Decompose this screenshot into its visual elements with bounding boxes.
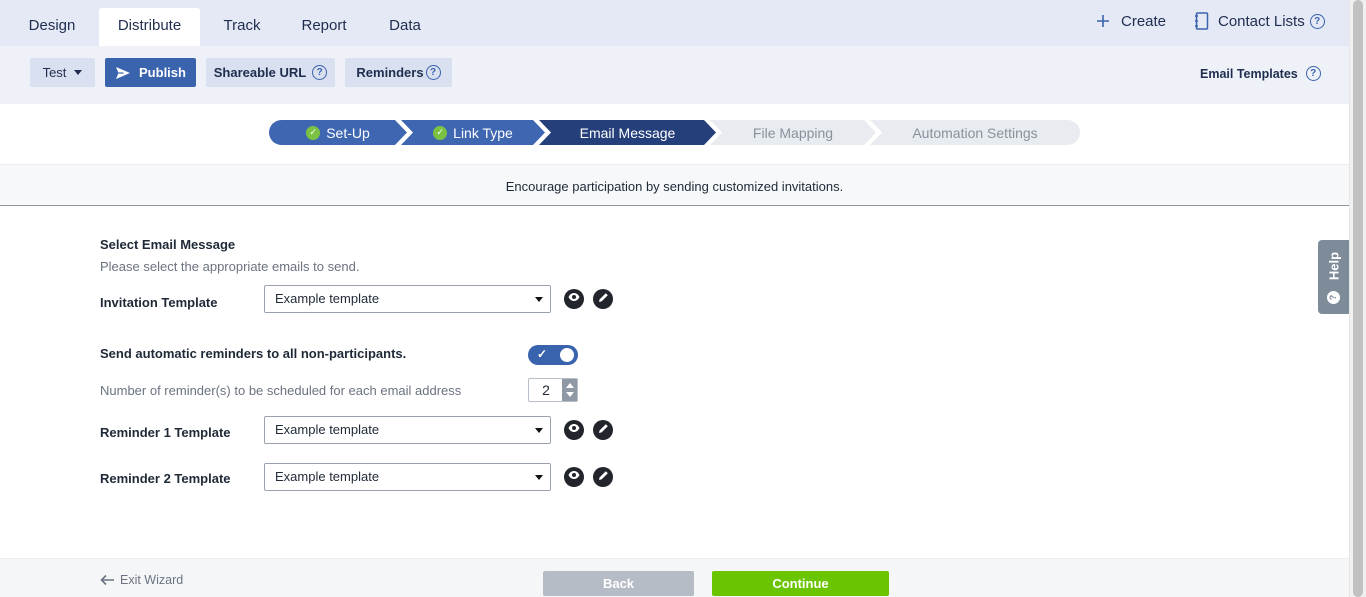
select-value: Example template — [275, 291, 380, 306]
arrow-left-icon — [100, 574, 115, 586]
check-icon: ✓ — [537, 347, 548, 361]
preview-reminder2-button[interactable] — [564, 467, 584, 487]
email-templates-link[interactable]: Email Templates ? — [1200, 66, 1321, 81]
caret-down-icon — [74, 70, 83, 75]
reminders-button[interactable]: Reminders ? — [345, 58, 452, 87]
decrement-icon[interactable] — [565, 392, 574, 397]
pencil-icon — [598, 421, 609, 439]
invitation-template-label: Invitation Template — [100, 295, 218, 310]
invitation-template-select[interactable]: Example template — [264, 285, 551, 313]
distribute-page: Design Distribute Track Report Data Crea… — [0, 0, 1366, 597]
help-circle-icon[interactable]: ? — [1309, 13, 1325, 29]
reminder2-template-label: Reminder 2 Template — [100, 471, 231, 486]
vertical-scrollbar[interactable] — [1349, 0, 1366, 597]
help-side-tab[interactable]: Help ? — [1318, 240, 1349, 314]
pencil-icon — [598, 468, 609, 486]
step-file-mapping[interactable]: File Mapping — [710, 120, 876, 145]
help-circle-icon[interactable]: ? — [1305, 66, 1321, 81]
caret-down-icon — [535, 428, 543, 433]
reminder1-template-select[interactable]: Example template — [264, 416, 551, 444]
step-label: Automation Settings — [912, 124, 1038, 141]
select-value: Example template — [275, 422, 380, 437]
preview-invitation-button[interactable] — [564, 289, 584, 309]
tab-data[interactable]: Data — [374, 8, 436, 46]
publish-label: Publish — [139, 65, 186, 80]
pencil-icon — [598, 290, 609, 308]
distribute-toolbar: Test Publish Shareable URL ? Reminders ?… — [0, 46, 1349, 104]
continue-button[interactable]: Continue — [712, 571, 889, 596]
plus-icon — [1096, 14, 1110, 28]
stepper-spin[interactable] — [562, 379, 577, 401]
edit-reminder1-button[interactable] — [593, 420, 613, 440]
increment-icon[interactable] — [565, 383, 574, 388]
top-tab-bar: Design Distribute Track Report Data Crea… — [0, 0, 1349, 46]
step-label: Set-Up — [326, 124, 370, 141]
step-label: Link Type — [453, 124, 513, 141]
intro-banner: Encourage participation by sending custo… — [0, 165, 1349, 206]
eye-icon — [568, 468, 580, 486]
email-templates-label: Email Templates — [1200, 66, 1298, 81]
step-set-up[interactable]: ✓ Set-Up — [269, 120, 407, 145]
create-label: Create — [1121, 12, 1167, 30]
address-book-icon — [1194, 12, 1210, 30]
step-label: File Mapping — [752, 124, 834, 141]
exit-wizard-link[interactable]: Exit Wizard — [100, 573, 183, 587]
reminder-count-value[interactable]: 2 — [529, 379, 563, 401]
check-circle-icon: ✓ — [306, 125, 321, 140]
caret-down-icon — [535, 475, 543, 480]
reminder1-template-label: Reminder 1 Template — [100, 425, 231, 440]
auto-reminders-toggle[interactable]: ✓ — [528, 345, 578, 365]
tab-distribute[interactable]: Distribute — [99, 8, 200, 46]
reminder-count-stepper[interactable]: 2 — [528, 378, 578, 402]
tab-design[interactable]: Design — [16, 8, 88, 46]
auto-reminders-label: Send automatic reminders to all non-part… — [100, 346, 407, 361]
wizard-stepper: ✓ Set-Up ✓ Link Type Email Message File … — [0, 104, 1349, 165]
reminder-count-label: Number of reminder(s) to be scheduled fo… — [100, 383, 462, 398]
eye-icon — [568, 421, 580, 439]
shareable-url-label: Shareable URL — [213, 65, 307, 80]
select-value: Example template — [275, 469, 380, 484]
test-label: Test — [42, 65, 67, 80]
reminder2-template-select[interactable]: Example template — [264, 463, 551, 491]
help-circle-icon[interactable]: ? — [425, 65, 441, 80]
tab-report[interactable]: Report — [288, 8, 360, 46]
section-subtitle: Please select the appropriate emails to … — [100, 259, 360, 274]
tab-track[interactable]: Track — [210, 8, 274, 46]
publish-button[interactable]: Publish — [105, 58, 196, 87]
step-label: Email Message — [579, 124, 676, 141]
send-icon — [115, 66, 131, 80]
scrollbar-thumb[interactable] — [1353, 0, 1363, 597]
edit-invitation-button[interactable] — [593, 289, 613, 309]
contact-lists-label: Contact Lists — [1218, 12, 1305, 30]
help-tab-label: Help — [1326, 251, 1341, 281]
caret-down-icon — [535, 297, 543, 302]
preview-reminder1-button[interactable] — [564, 420, 584, 440]
wizard-footer: Exit Wizard Back Continue — [0, 558, 1349, 597]
edit-reminder2-button[interactable] — [593, 467, 613, 487]
reminders-label: Reminders — [356, 65, 424, 80]
test-dropdown-button[interactable]: Test — [30, 58, 95, 87]
step-email-message[interactable]: Email Message — [539, 120, 716, 145]
question-circle-icon: ? — [1327, 291, 1340, 304]
intro-text: Encourage participation by sending custo… — [505, 179, 844, 194]
section-title: Select Email Message — [100, 237, 236, 252]
step-automation-settings[interactable]: Automation Settings — [870, 120, 1080, 145]
contact-lists-button[interactable]: Contact Lists ? — [1194, 0, 1325, 42]
shareable-url-button[interactable]: Shareable URL ? — [206, 58, 335, 87]
eye-icon — [568, 290, 580, 308]
check-circle-icon: ✓ — [433, 125, 448, 140]
step-link-type[interactable]: ✓ Link Type — [401, 120, 545, 145]
back-button[interactable]: Back — [543, 571, 694, 596]
help-circle-icon[interactable]: ? — [312, 65, 328, 80]
create-button[interactable]: Create — [1096, 0, 1166, 42]
toggle-knob — [560, 348, 574, 362]
exit-wizard-label: Exit Wizard — [120, 573, 184, 587]
